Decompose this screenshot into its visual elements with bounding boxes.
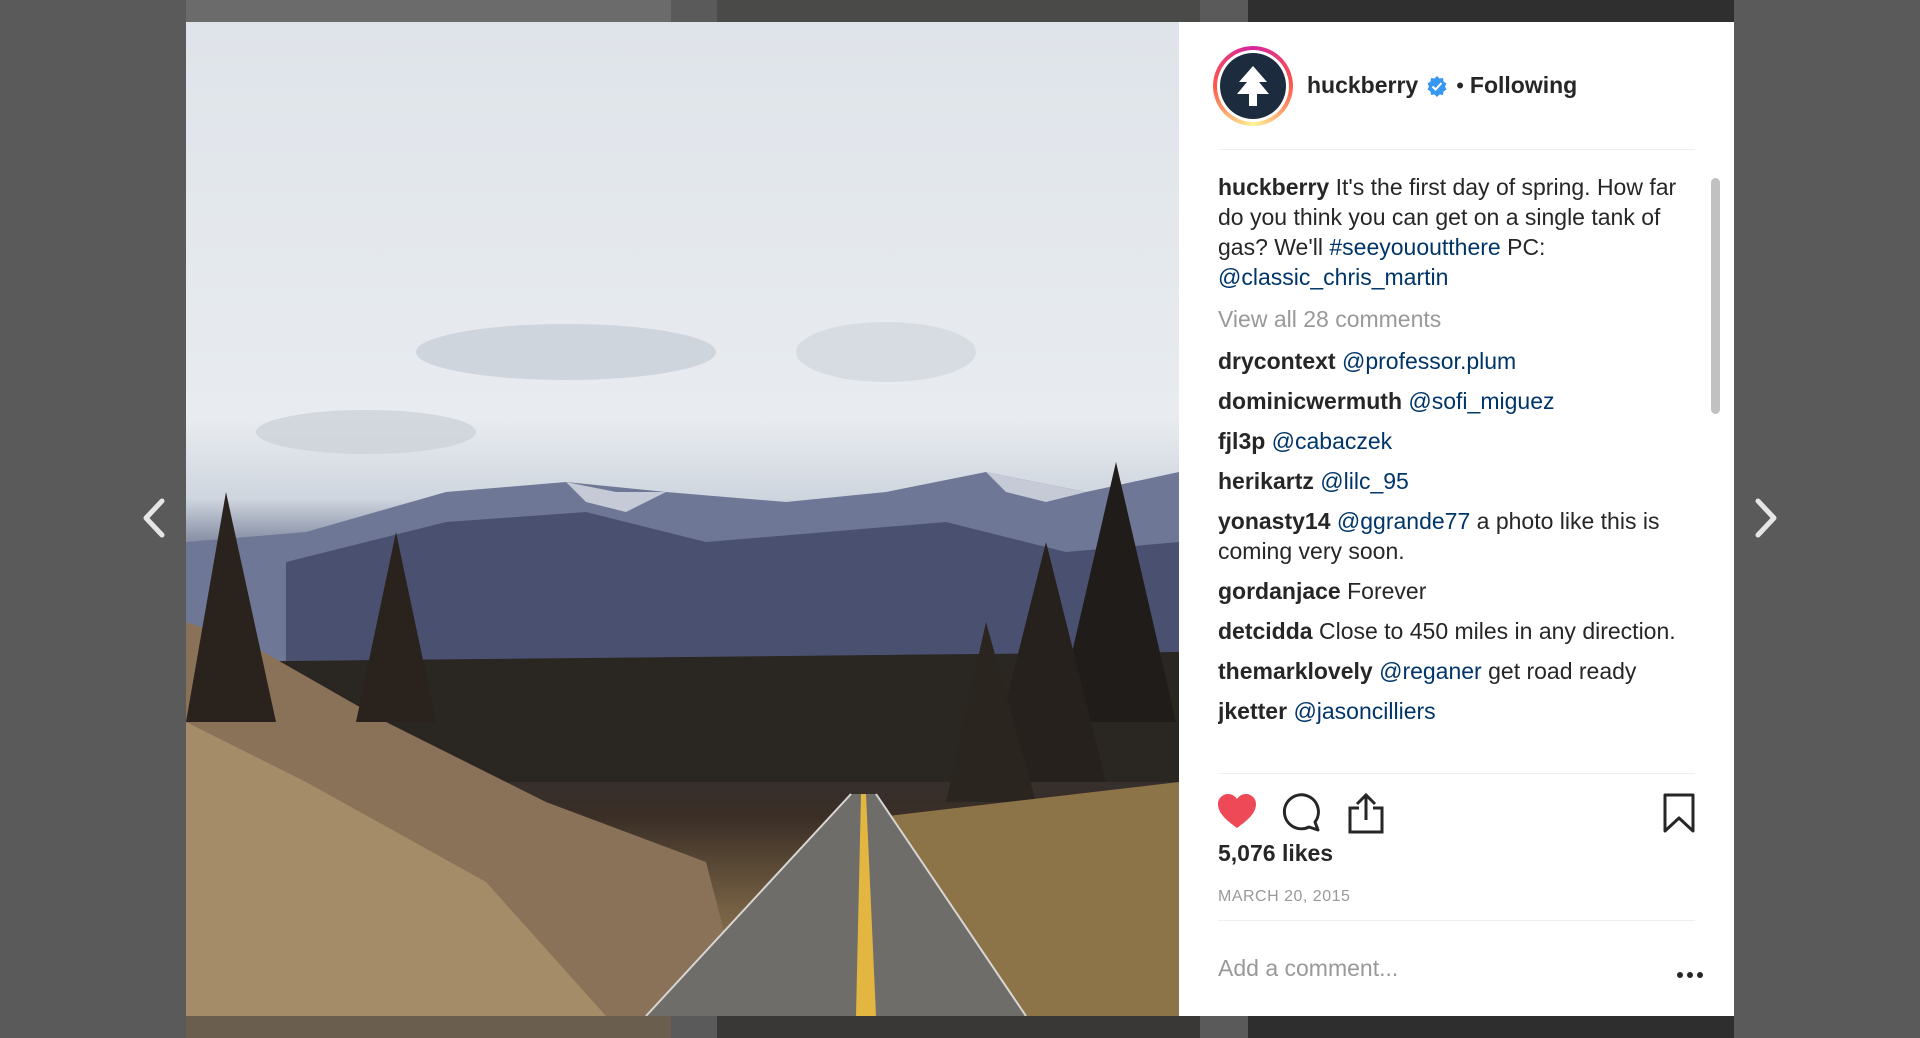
comment-text: get road ready <box>1481 658 1637 684</box>
post-author-username[interactable]: huckberry <box>1307 72 1418 99</box>
following-button[interactable]: Following <box>1470 72 1577 99</box>
scrollbar-thumb[interactable] <box>1711 178 1720 414</box>
comment-mention[interactable]: @reganer <box>1379 658 1482 684</box>
comment-item: detcidda Close to 450 miles in any direc… <box>1218 616 1686 646</box>
previous-post-button[interactable] <box>134 495 174 545</box>
add-comment-section <box>1218 920 1703 1016</box>
more-options-icon[interactable] <box>1677 971 1703 979</box>
background-thumbnail <box>186 1016 671 1038</box>
comment-item: herikartz @lilc_95 <box>1218 466 1686 496</box>
heart-filled-icon[interactable] <box>1216 792 1258 830</box>
comment-username[interactable]: dominicwermuth <box>1218 388 1402 414</box>
comment-username[interactable]: yonasty14 <box>1218 508 1331 534</box>
post-modal: huckberry • Following huckberry It's the… <box>186 22 1734 1016</box>
add-comment-input[interactable] <box>1218 951 1618 985</box>
view-all-comments-link[interactable]: View all 28 comments <box>1218 304 1686 334</box>
comment-mention[interactable]: @ggrande77 <box>1337 508 1470 534</box>
bookmark-icon[interactable] <box>1662 792 1696 834</box>
comment-mention[interactable]: @sofi_miguez <box>1408 388 1554 414</box>
post-sidebar: huckberry • Following huckberry It's the… <box>1179 22 1734 1016</box>
comment-username[interactable]: herikartz <box>1218 468 1314 494</box>
background-thumbnail <box>1248 0 1734 22</box>
comment-mention[interactable]: @jasoncilliers <box>1293 698 1435 724</box>
verified-badge-icon <box>1427 75 1447 97</box>
comment-username[interactable]: themarklovely <box>1218 658 1373 684</box>
tree-logo-icon <box>1237 65 1269 106</box>
background-thumbnail <box>186 0 671 22</box>
background-thumbnail <box>717 0 1200 22</box>
post-photo[interactable] <box>186 22 1179 1016</box>
comment-mention[interactable]: @lilc_95 <box>1320 468 1409 494</box>
action-bar <box>1218 773 1695 843</box>
next-post-button[interactable] <box>1746 495 1786 545</box>
landscape-illustration <box>186 322 1179 1016</box>
comment-username[interactable]: jketter <box>1218 698 1287 724</box>
background-thumbnail <box>717 1016 1200 1038</box>
share-icon[interactable] <box>1346 792 1386 834</box>
comments-scrollbar[interactable] <box>1709 178 1721 773</box>
comment-text: Close to 450 miles in any direction. <box>1312 618 1676 644</box>
post-header: huckberry • Following <box>1213 22 1695 150</box>
comment-text: Forever <box>1340 578 1427 604</box>
comment-item: drycontext @professor.plum <box>1218 346 1686 376</box>
comment-item: yonasty14 @ggrande77 a photo like this i… <box>1218 506 1686 566</box>
background-thumbnail <box>1248 1016 1734 1038</box>
caption-pc: PC: <box>1500 234 1546 260</box>
avatar[interactable] <box>1213 45 1293 126</box>
comment-item: jketter @jasoncilliers <box>1218 696 1686 726</box>
comment-username[interactable]: detcidda <box>1218 618 1313 644</box>
comment-bubble-icon[interactable] <box>1281 792 1321 832</box>
chevron-right-icon <box>1755 498 1777 538</box>
hashtag-link[interactable]: #seeyououtthere <box>1329 234 1500 260</box>
post-date[interactable]: MARCH 20, 2015 <box>1218 888 1350 906</box>
comment-item: fjl3p @cabaczek <box>1218 426 1686 456</box>
comment-username[interactable]: gordanjace <box>1218 578 1341 604</box>
separator-dot: • <box>1456 72 1464 98</box>
comment-item: dominicwermuth @sofi_miguez <box>1218 386 1686 416</box>
comment-item: themarklovely @reganer get road ready <box>1218 656 1686 686</box>
comment-mention[interactable]: @professor.plum <box>1342 348 1516 374</box>
post-caption: huckberry It's the first day of spring. … <box>1218 172 1686 292</box>
chevron-left-icon <box>143 498 165 538</box>
comment-username[interactable]: fjl3p <box>1218 428 1265 454</box>
caption-username[interactable]: huckberry <box>1218 174 1329 200</box>
comment-item: gordanjace Forever <box>1218 576 1686 606</box>
likes-count[interactable]: 5,076 likes <box>1218 840 1333 867</box>
comment-username[interactable]: drycontext <box>1218 348 1336 374</box>
comments-list[interactable]: huckberry It's the first day of spring. … <box>1218 172 1686 772</box>
mention-link[interactable]: @classic_chris_martin <box>1218 264 1448 290</box>
comment-mention[interactable]: @cabaczek <box>1272 428 1393 454</box>
